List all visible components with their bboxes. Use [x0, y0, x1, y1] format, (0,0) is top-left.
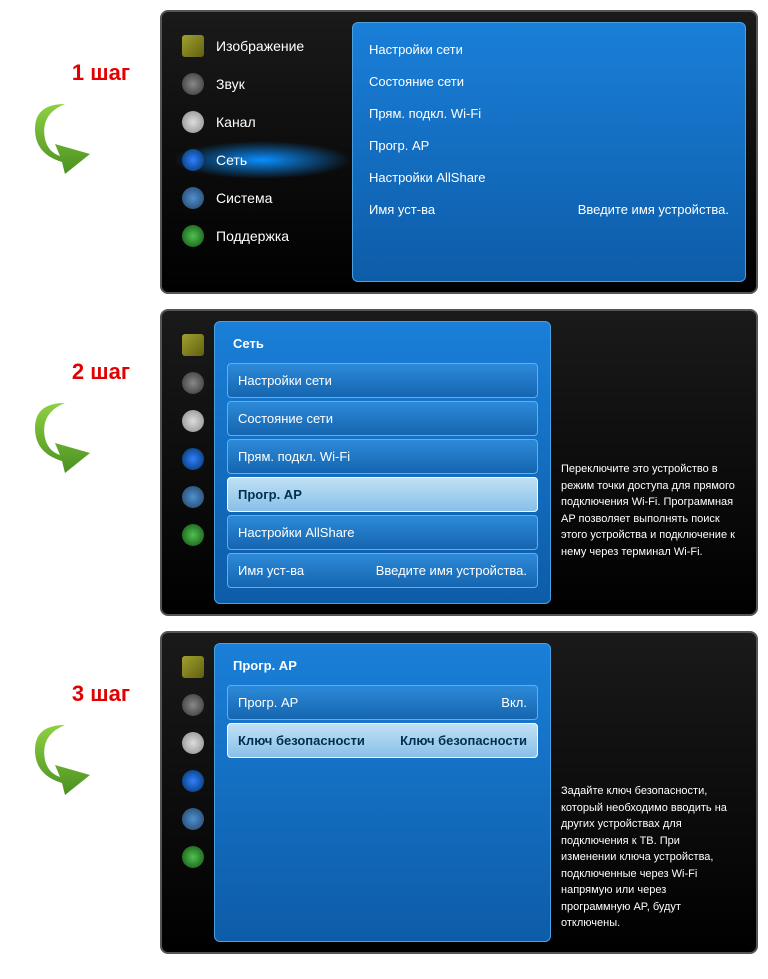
menu-sound[interactable]: Звук [172, 65, 352, 103]
main-menu: Изображение Звук Канал Сеть Система Подд… [172, 22, 352, 282]
channel-icon [182, 410, 204, 432]
net-allshare[interactable]: Настройки AllShare [227, 515, 538, 550]
net-wifi-direct[interactable]: Прям. подкл. Wi-Fi [365, 99, 733, 128]
menu-sound[interactable] [172, 686, 214, 724]
arrow-icon [30, 715, 130, 795]
step-2-label: 2 шаг [10, 359, 160, 385]
row-label: Прогр. AP [238, 695, 298, 710]
menu-label: Сеть [216, 152, 247, 168]
row-value: Введите имя устройства. [376, 563, 527, 578]
gear-icon [182, 486, 204, 508]
channel-icon [182, 111, 204, 133]
step-1-label: 1 шаг [10, 60, 160, 86]
softap-panel: Прогр. AP Прогр. AP Вкл. Ключ безопасност… [214, 643, 551, 942]
menu-sound[interactable] [172, 364, 214, 402]
main-menu-collapsed [172, 643, 214, 942]
menu-image[interactable] [172, 326, 214, 364]
panel-title: Прогр. AP [227, 656, 538, 675]
tv-screen-3: Прогр. AP Прогр. AP Вкл. Ключ безопасност… [160, 631, 758, 954]
net-device-name[interactable]: Имя уст-ва Введите имя устройства. [365, 195, 733, 224]
network-panel: Сеть Настройки сети Состояние сети Прям.… [214, 321, 551, 604]
panel-title: Сеть [227, 334, 538, 353]
menu-network[interactable]: Сеть [172, 141, 352, 179]
menu-channel[interactable]: Канал [172, 103, 352, 141]
net-settings[interactable]: Настройки сети [365, 35, 733, 64]
menu-channel[interactable] [172, 402, 214, 440]
menu-system[interactable]: Система [172, 179, 352, 217]
step-3-label: 3 шаг [10, 681, 160, 707]
menu-label: Поддержка [216, 228, 289, 244]
row-value: Ключ безопасности [400, 733, 527, 748]
network-submenu: Настройки сети Состояние сети Прям. подк… [352, 22, 746, 282]
menu-system[interactable] [172, 800, 214, 838]
globe-icon [182, 770, 204, 792]
menu-channel[interactable] [172, 724, 214, 762]
security-key[interactable]: Ключ безопасности Ключ безопасности [227, 723, 538, 758]
menu-image[interactable] [172, 648, 214, 686]
menu-label: Изображение [216, 38, 304, 54]
help-icon [182, 225, 204, 247]
net-status[interactable]: Состояние сети [227, 401, 538, 436]
row-value: Вкл. [501, 695, 527, 710]
image-icon [182, 35, 204, 57]
image-icon [182, 334, 204, 356]
net-settings[interactable]: Настройки сети [227, 363, 538, 398]
sound-icon [182, 694, 204, 716]
help-text: Переключите это устройство в режим точки… [551, 321, 746, 604]
menu-system[interactable] [172, 478, 214, 516]
tv-screen-1: Изображение Звук Канал Сеть Система Подд… [160, 10, 758, 294]
net-allshare[interactable]: Настройки AllShare [365, 163, 733, 192]
net-soft-ap[interactable]: Прогр. AP [365, 131, 733, 160]
menu-network[interactable] [172, 762, 214, 800]
row-label: Ключ безопасности [238, 733, 365, 748]
help-icon [182, 524, 204, 546]
menu-image[interactable]: Изображение [172, 27, 352, 65]
sound-icon [182, 372, 204, 394]
sound-icon [182, 73, 204, 95]
row-value: Введите имя устройства. [578, 202, 729, 217]
net-device-name[interactable]: Имя уст-ва Введите имя устройства. [227, 553, 538, 588]
menu-support[interactable] [172, 516, 214, 554]
help-text: Задайте ключ безопасности, который необх… [551, 643, 746, 942]
menu-label: Звук [216, 76, 245, 92]
help-icon [182, 846, 204, 868]
gear-icon [182, 808, 204, 830]
net-status[interactable]: Состояние сети [365, 67, 733, 96]
globe-icon [182, 149, 204, 171]
channel-icon [182, 732, 204, 754]
softap-toggle[interactable]: Прогр. AP Вкл. [227, 685, 538, 720]
net-wifi-direct[interactable]: Прям. подкл. Wi-Fi [227, 439, 538, 474]
net-soft-ap[interactable]: Прогр. AP [227, 477, 538, 512]
tv-screen-2: Сеть Настройки сети Состояние сети Прям.… [160, 309, 758, 616]
menu-network[interactable] [172, 440, 214, 478]
globe-icon [182, 448, 204, 470]
arrow-icon [30, 94, 130, 174]
menu-label: Система [216, 190, 272, 206]
image-icon [182, 656, 204, 678]
menu-label: Канал [216, 114, 256, 130]
menu-support[interactable] [172, 838, 214, 876]
main-menu-collapsed [172, 321, 214, 604]
menu-support[interactable]: Поддержка [172, 217, 352, 255]
row-label: Имя уст-ва [369, 202, 435, 217]
arrow-icon [30, 393, 130, 473]
gear-icon [182, 187, 204, 209]
row-label: Имя уст-ва [238, 563, 304, 578]
